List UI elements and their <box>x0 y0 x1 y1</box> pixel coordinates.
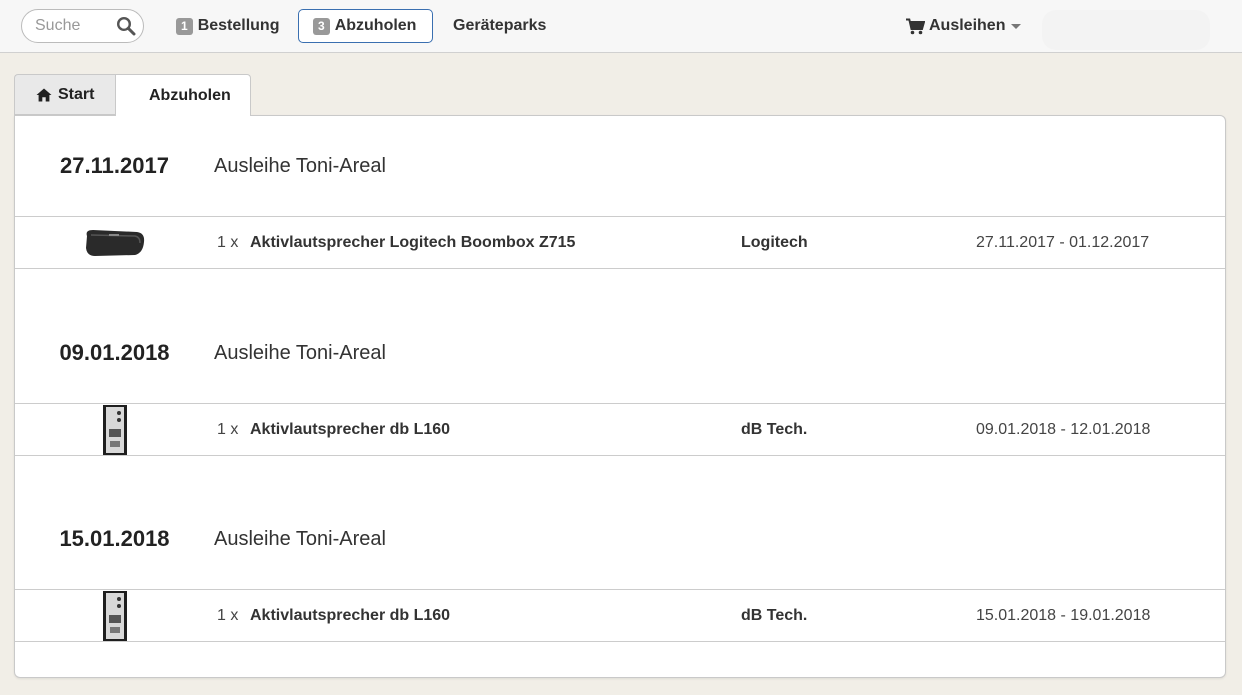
lend-dropdown[interactable]: Ausleihen <box>906 9 1022 43</box>
group-title: Ausleihe Toni-Areal <box>214 341 386 364</box>
group-date: 27.11.2017 <box>60 153 169 178</box>
item-quantity: 1 x <box>217 233 239 251</box>
nav-order[interactable]: 1 Bestellung <box>162 9 293 43</box>
pickup-group: 09.01.2018 Ausleihe Toni-Areal 1 x Aktiv… <box>15 303 1225 456</box>
home-icon <box>36 88 52 101</box>
group-date: 09.01.2018 <box>59 340 170 365</box>
pickup-group: 27.11.2017 Ausleihe Toni-Areal 1 x Aktiv… <box>15 116 1225 269</box>
search-input[interactable] <box>35 17 119 35</box>
breadcrumb-start-label: Start <box>58 85 95 103</box>
breadcrumb-current-label: Abzuholen <box>149 86 231 104</box>
item-name[interactable]: Aktivlautsprecher db L160 <box>250 607 450 625</box>
lend-label: Ausleihen <box>929 17 1006 34</box>
group-header: 27.11.2017 Ausleihe Toni-Areal <box>15 116 1225 216</box>
item-date-range: 27.11.2017 - 01.12.2017 <box>976 233 1150 251</box>
item-thumbnail <box>15 590 214 641</box>
boombox-image <box>85 229 144 256</box>
item-quantity: 1 x <box>217 420 239 438</box>
pickup-group: 15.01.2018 Ausleihe Toni-Areal 1 x Aktiv… <box>15 489 1225 642</box>
item-row[interactable]: 1 x Aktivlautsprecher Logitech Boombox Z… <box>15 216 1225 269</box>
item-brand: dB Tech. <box>741 606 808 624</box>
item-thumbnail <box>15 217 214 268</box>
search-icon[interactable] <box>116 16 136 36</box>
top-navbar: 1 Bestellung 3 Abzuholen Geräteparks Aus… <box>0 0 1242 53</box>
group-title: Ausleihe Toni-Areal <box>214 154 386 177</box>
nav-pickup-label: Abzuholen <box>334 17 417 34</box>
nav-order-label: Bestellung <box>197 17 280 34</box>
speaker-image <box>102 404 127 455</box>
breadcrumb-start[interactable]: Start <box>14 74 135 116</box>
item-row[interactable]: 1 x Aktivlautsprecher db L160 dB Tech. 0… <box>15 403 1225 456</box>
item-brand: Logitech <box>741 233 808 251</box>
item-row[interactable]: 1 x Aktivlautsprecher db L160 dB Tech. 1… <box>15 589 1225 642</box>
item-quantity: 1 x <box>217 606 239 624</box>
group-title: Ausleihe Toni-Areal <box>214 527 386 550</box>
group-header: 15.01.2018 Ausleihe Toni-Areal <box>15 489 1225 589</box>
chevron-down-icon <box>1011 23 1022 29</box>
nav-parks-label: Geräteparks <box>453 17 547 34</box>
nav-parks[interactable]: Geräteparks <box>439 9 560 43</box>
item-thumbnail <box>15 404 214 455</box>
item-name[interactable]: Aktivlautsprecher Logitech Boombox Z715 <box>250 234 575 252</box>
item-date-range: 15.01.2018 - 19.01.2018 <box>976 606 1151 624</box>
group-date: 15.01.2018 <box>59 526 170 551</box>
nav-pickup[interactable]: 3 Abzuholen <box>298 9 433 43</box>
item-brand: dB Tech. <box>741 420 808 438</box>
group-header: 09.01.2018 Ausleihe Toni-Areal <box>15 303 1225 403</box>
breadcrumb-current: Abzuholen <box>115 74 251 116</box>
user-menu[interactable] <box>1042 10 1210 50</box>
pickup-panel: 27.11.2017 Ausleihe Toni-Areal 1 x Aktiv… <box>14 115 1226 678</box>
pickup-count-badge: 3 <box>313 17 330 35</box>
cart-icon <box>906 18 925 34</box>
speaker-image <box>102 590 127 641</box>
item-name[interactable]: Aktivlautsprecher db L160 <box>250 421 450 439</box>
order-count-badge: 1 <box>176 17 193 35</box>
search-box[interactable] <box>21 9 144 43</box>
item-date-range: 09.01.2018 - 12.01.2018 <box>976 420 1151 438</box>
breadcrumb: Start Abzuholen <box>14 74 251 116</box>
